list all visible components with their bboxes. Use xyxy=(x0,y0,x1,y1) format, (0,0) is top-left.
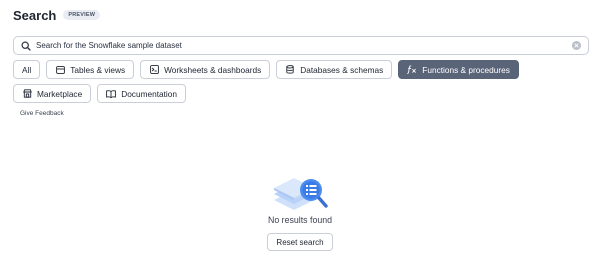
header: Search PREVIEW xyxy=(13,6,101,24)
filter-all[interactable]: All xyxy=(13,60,41,79)
preview-badge: PREVIEW xyxy=(63,10,101,20)
book-icon xyxy=(106,89,117,99)
filter-databases-schemas[interactable]: Databases & schemas xyxy=(276,60,393,79)
filter-label: Documentation xyxy=(121,88,178,99)
search-input[interactable]: Search for the Snowflake sample dataset xyxy=(36,41,182,50)
search-bar[interactable]: Search for the Snowflake sample dataset xyxy=(13,36,589,55)
table-icon xyxy=(55,65,65,75)
filter-marketplace[interactable]: Marketplace xyxy=(13,84,92,103)
filter-label: All xyxy=(22,64,32,75)
database-icon xyxy=(285,65,295,75)
search-icon xyxy=(20,40,32,52)
filter-chips: All Tables & views Worksheets & dashboar… xyxy=(13,60,589,103)
filter-label: Tables & views xyxy=(70,64,126,75)
reset-search-button[interactable]: Reset search xyxy=(267,233,333,251)
filter-label: Functions & procedures xyxy=(422,64,510,75)
filter-label: Databases & schemas xyxy=(300,64,384,75)
filter-label: Worksheets & dashboards xyxy=(164,64,262,75)
empty-state: No results found Reset search xyxy=(0,170,600,251)
page-title: Search xyxy=(13,7,57,23)
filter-documentation[interactable]: Documentation xyxy=(97,84,187,103)
filter-tables-views[interactable]: Tables & views xyxy=(46,60,135,79)
filter-functions-procedures[interactable]: Functions & procedures xyxy=(398,60,519,79)
function-icon xyxy=(407,65,417,75)
filter-worksheets-dashboards[interactable]: Worksheets & dashboards xyxy=(140,60,271,79)
no-results-message: No results found xyxy=(267,215,333,225)
marketplace-icon xyxy=(22,89,32,99)
worksheet-icon xyxy=(149,65,159,75)
clear-icon[interactable] xyxy=(572,41,581,50)
give-feedback-link[interactable]: Give Feedback xyxy=(20,110,64,117)
filter-label: Marketplace xyxy=(37,88,83,99)
no-results-illustration xyxy=(268,170,332,214)
